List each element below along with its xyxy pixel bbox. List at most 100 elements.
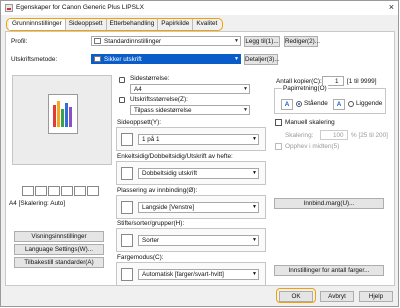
restore-defaults-button[interactable]: Tilbakestill standarder(A) <box>14 257 104 268</box>
scaling-label: Skalering: <box>285 132 314 139</box>
color-mode-value: Automatisk [farger/svart-hvitt] <box>142 271 224 278</box>
color-mode-box: Automatisk [farger/svart-hvitt] ▼ <box>116 262 266 286</box>
center-checkbox[interactable] <box>275 143 282 150</box>
window-title: Egenskaper for Canon Generic Plus LIPSLX <box>16 4 144 11</box>
page-preview <box>12 75 112 165</box>
duplex-page-icon <box>121 167 133 180</box>
binding-margin-button[interactable]: Innbind.marg(U)... <box>274 198 384 209</box>
staple-box: Sorter ▼ <box>116 228 266 252</box>
edit-profile-button[interactable]: Rediger(2)... <box>284 36 320 47</box>
duplex-icon[interactable] <box>35 186 47 196</box>
portrait-icon: A <box>281 99 293 110</box>
staple-icon[interactable] <box>61 186 73 196</box>
layout-box: 1 på 1 ▼ <box>116 127 266 151</box>
duplex-value: Dobbeltsidig utskrift <box>142 170 197 177</box>
booklet-icon[interactable] <box>48 186 60 196</box>
preview-caption: A4 [Skalering: Auto] <box>9 200 66 207</box>
page-size-select[interactable]: A4 ▼ <box>130 84 250 94</box>
color-count-settings-button[interactable]: Innstillinger for antall farger... <box>274 265 384 276</box>
tab-kvalitet[interactable]: Kvalitet <box>193 19 220 30</box>
portrait-radio[interactable] <box>296 101 302 107</box>
help-button[interactable]: Hjelp <box>359 291 393 302</box>
page-size-icon <box>119 77 125 83</box>
color-mode-label: Fargemodus(C): <box>117 254 164 261</box>
ok-button[interactable]: OK <box>279 291 313 302</box>
settings-panel: Profil: Standardinnstillinger ▼ Legg til… <box>5 31 395 286</box>
chevron-down-icon: ▼ <box>234 56 239 62</box>
layout-page-icon <box>121 133 133 146</box>
binding-label: Plassering av innbinding(Ø): <box>117 187 198 194</box>
page-size-value: A4 <box>134 86 142 93</box>
chevron-down-icon: ▼ <box>252 136 257 142</box>
binding-value: Langside [Venstre] <box>142 204 195 211</box>
printer-properties-dialog: Egenskaper for Canon Generic Plus LIPSLX… <box>0 0 399 307</box>
profile-icon <box>94 38 101 44</box>
copies-range: [1 til 9999] <box>347 78 377 85</box>
close-icon[interactable]: × <box>389 2 394 12</box>
color-mode-select[interactable]: Automatisk [farger/svart-hvitt] ▼ <box>138 269 259 280</box>
chevron-down-icon: ▼ <box>252 271 257 277</box>
view-settings-button[interactable]: Visningsinnstillinger <box>14 231 104 242</box>
staple-value: Sorter <box>142 237 160 244</box>
output-size-select[interactable]: Tilpass sidestørrelse ▼ <box>130 105 250 115</box>
chevron-down-icon: ▼ <box>252 170 257 176</box>
tab-papirkilde[interactable]: Papirkilde <box>158 19 194 30</box>
sort-page-icon <box>121 234 133 247</box>
printer-icon <box>5 4 13 12</box>
profile-label: Profil: <box>11 38 28 45</box>
scaling-range: % [25 til 200] <box>351 132 388 139</box>
manual-scaling-checkbox[interactable] <box>275 119 282 126</box>
staple-label: Stifte/sorter/grupper(H): <box>117 220 185 227</box>
lock-icon <box>94 56 101 62</box>
chevron-down-icon: ▼ <box>243 86 248 92</box>
output-size-value: Tilpass sidestørrelse <box>134 107 192 114</box>
chevron-down-icon: ▼ <box>252 237 257 243</box>
layout-select[interactable]: 1 på 1 ▼ <box>138 134 259 145</box>
center-label: Opphev i midten(5) <box>285 143 340 150</box>
binding-icon[interactable] <box>74 186 86 196</box>
profile-select[interactable]: Standardinnstillinger ▼ <box>91 36 241 46</box>
duplex-label: Enkeltsidig/Dobbeltsidig/Utskrift av hef… <box>117 153 233 160</box>
duplex-box: Dobbeltsidig utskrift ▼ <box>116 161 266 185</box>
binding-box: Langside [Venstre] ▼ <box>116 195 266 219</box>
tab-sideoppsett[interactable]: Sideoppsett <box>66 19 107 30</box>
output-method-label: Utskriftsmetode: <box>11 56 58 63</box>
details-button[interactable]: Detaljer(3)... <box>244 54 280 65</box>
output-size-icon <box>119 97 125 103</box>
tab-strip: Grunninnstillinger Sideoppsett Etterbeha… <box>6 18 224 31</box>
copies-value: 1 <box>335 78 339 85</box>
color-icon[interactable] <box>87 186 99 196</box>
title-bar: Egenskaper for Canon Generic Plus LIPSLX… <box>1 1 398 15</box>
add-profile-button[interactable]: Legg til(1)... <box>244 36 280 47</box>
chevron-down-icon: ▼ <box>234 38 239 44</box>
binding-page-icon <box>121 201 133 214</box>
orientation-label: Papirretning(O) <box>282 85 328 92</box>
chevron-down-icon: ▼ <box>252 204 257 210</box>
color-page-icon <box>121 268 133 281</box>
landscape-label: Liggende <box>356 100 383 107</box>
manual-scaling-label: Manuell skalering <box>285 119 335 126</box>
output-method-value: Sikker utskrift <box>104 56 142 63</box>
page-size-label: Sidestørrelse: <box>130 75 170 82</box>
cancel-button[interactable]: Avbryt <box>320 291 354 302</box>
layout-label: Sideoppsett(Y): <box>117 119 162 126</box>
portrait-label: Stående <box>304 100 328 107</box>
scaling-input[interactable]: 100 <box>320 130 348 140</box>
landscape-icon: A <box>333 99 345 110</box>
copies-label: Antall kopier(C): <box>276 78 322 85</box>
duplex-select[interactable]: Dobbeltsidig utskrift ▼ <box>138 168 259 179</box>
language-settings-button[interactable]: Language Settings(W)... <box>14 244 104 255</box>
layout-icon[interactable] <box>22 186 34 196</box>
tab-etterbehandling[interactable]: Etterbehandling <box>107 19 159 30</box>
profile-value: Standardinnstillinger <box>104 38 162 45</box>
tab-grunninnstillinger[interactable]: Grunninnstillinger <box>9 19 66 30</box>
binding-select[interactable]: Langside [Venstre] ▼ <box>138 202 259 213</box>
preview-page <box>48 94 78 134</box>
chevron-down-icon: ▼ <box>243 107 248 113</box>
landscape-radio[interactable] <box>348 101 354 107</box>
staple-select[interactable]: Sorter ▼ <box>138 235 259 246</box>
output-method-select[interactable]: Sikker utskrift ▼ <box>91 54 241 64</box>
scaling-value: 100 <box>333 132 344 139</box>
layout-value: 1 på 1 <box>142 136 160 143</box>
output-size-label: Utskriftsstørrelse(Z): <box>130 96 188 103</box>
